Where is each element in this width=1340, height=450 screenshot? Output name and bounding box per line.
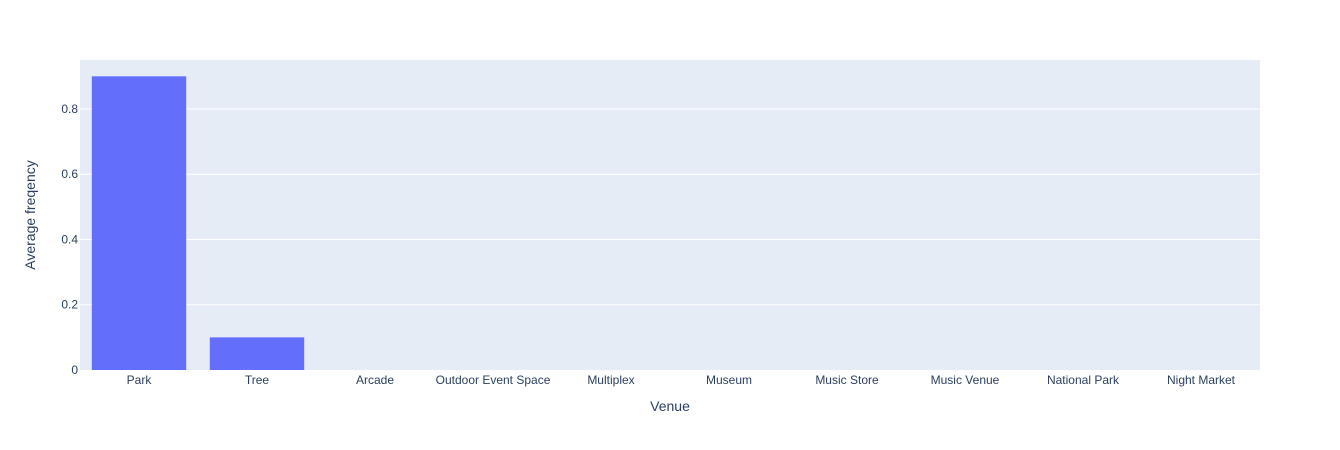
x-tick-label: Music Store xyxy=(815,373,879,387)
x-axis-ticks: Park Tree Arcade Outdoor Event Space Multipl… xyxy=(127,373,1236,387)
plot-area xyxy=(80,60,1260,370)
x-tick-label: Museum xyxy=(706,373,752,387)
x-tick-label: Night Market xyxy=(1167,373,1236,387)
y-tick-label: 0.6 xyxy=(61,167,78,181)
y-tick-label: 0 xyxy=(71,363,78,377)
x-tick-label: Arcade xyxy=(356,373,394,387)
x-tick-label: Park xyxy=(127,373,153,387)
x-tick-label: Multiplex xyxy=(587,373,634,387)
bar-chart: 0 0.2 0.4 0.6 0.8 Park Tree Arcade Outdoor Even… xyxy=(22,60,1260,414)
x-tick-label: Music Venue xyxy=(931,373,1000,387)
bar xyxy=(209,337,305,370)
y-axis-ticks: 0 0.2 0.4 0.6 0.8 xyxy=(61,102,78,377)
y-tick-label: 0.8 xyxy=(61,102,78,116)
y-tick-label: 0.4 xyxy=(61,232,78,246)
x-axis-title: Venue xyxy=(650,398,690,414)
x-tick-label: Outdoor Event Space xyxy=(436,373,551,387)
bar xyxy=(91,76,187,370)
x-tick-label: Tree xyxy=(245,373,270,387)
x-tick-label: National Park xyxy=(1047,373,1120,387)
y-axis-title: Average freqency xyxy=(22,160,38,269)
y-tick-label: 0.2 xyxy=(61,298,78,312)
